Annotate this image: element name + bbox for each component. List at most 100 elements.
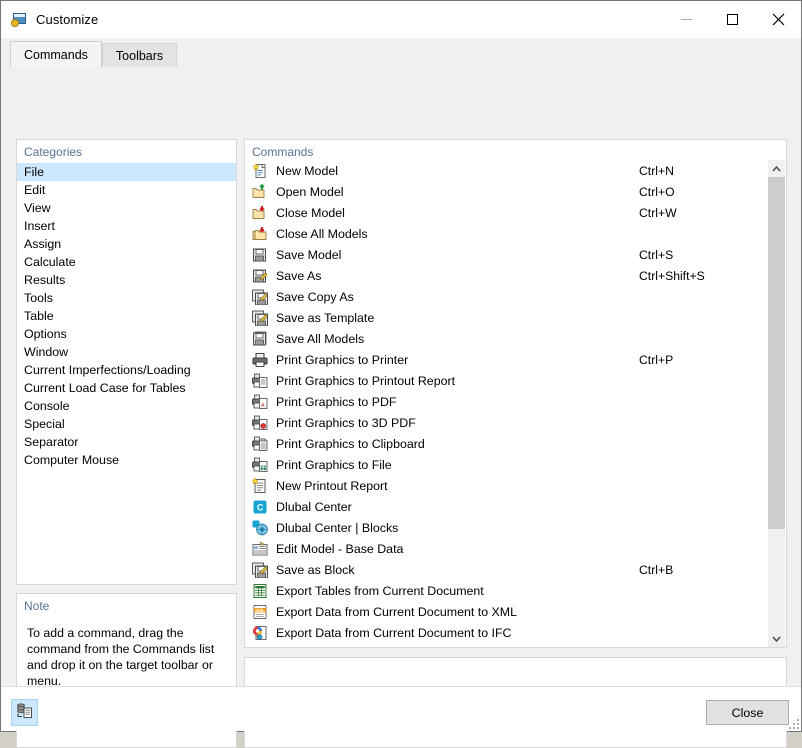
note-label: Note xyxy=(24,599,50,613)
category-item[interactable]: Results xyxy=(17,271,236,289)
category-item[interactable]: Tools xyxy=(17,289,236,307)
command-item[interactable]: Print Graphics to Printout Report xyxy=(246,370,787,391)
category-item[interactable]: Insert xyxy=(17,217,236,235)
category-item[interactable]: Current Imperfections/Loading xyxy=(17,361,236,379)
tab-toolbars-label: Toolbars xyxy=(115,48,164,63)
category-item[interactable]: Window xyxy=(17,343,236,361)
scrollbar-track[interactable] xyxy=(768,177,785,630)
command-label: Close All Models xyxy=(276,226,368,241)
category-item[interactable]: Calculate xyxy=(17,253,236,271)
scroll-up-button[interactable] xyxy=(768,160,785,177)
command-item[interactable]: Open Model Ctrl+O xyxy=(246,181,787,202)
maximize-button[interactable] xyxy=(709,1,755,38)
category-item[interactable]: Edit xyxy=(17,181,236,199)
category-item[interactable]: File xyxy=(17,163,236,181)
command-item[interactable]: Print Graphics to 3D PDF xyxy=(246,412,787,433)
command-label: Save Copy As xyxy=(276,289,354,304)
command-item[interactable]: Save Copy As xyxy=(246,286,787,307)
command-item[interactable]: Print Graphics to Printer Ctrl+P xyxy=(246,349,787,370)
close-all-models-icon xyxy=(252,226,268,242)
category-item[interactable]: Assign xyxy=(17,235,236,253)
title-bar: Customize xyxy=(1,1,801,38)
command-label: Dlubal Center | Blocks xyxy=(276,520,399,535)
command-label: Print Graphics to Printout Report xyxy=(276,373,456,388)
command-label: Export Data from Current Document to IFC xyxy=(276,625,512,640)
category-item[interactable]: Separator xyxy=(17,433,236,451)
new-printout-report-icon xyxy=(251,476,268,494)
save-all-models-icon xyxy=(252,331,268,347)
commands-list[interactable]: New Model Ctrl+N Open Model Ctrl+O Close Mod… xyxy=(246,160,787,643)
command-label: Edit Model - Base Data xyxy=(276,541,404,556)
command-label: Save As xyxy=(276,268,322,283)
command-label: Save All Models xyxy=(276,331,365,346)
print-to-3d-pdf-icon xyxy=(252,415,268,431)
command-stack-icon xyxy=(16,702,33,723)
open-model-folder-icon xyxy=(252,183,268,200)
command-item[interactable]: Save as Block Ctrl+B xyxy=(246,559,787,580)
command-item[interactable]: Close All Models xyxy=(246,223,787,244)
new-model-icon xyxy=(252,162,268,179)
window-title: Customize xyxy=(36,12,99,27)
category-item[interactable]: Options xyxy=(17,325,236,343)
command-item[interactable]: New Printout Report xyxy=(246,475,787,496)
save-as-block-icon xyxy=(252,562,268,578)
print-to-clipboard-icon xyxy=(252,436,268,452)
command-stack-button[interactable] xyxy=(11,699,38,726)
command-label: Print Graphics to File xyxy=(276,457,392,472)
command-item[interactable]: Save All Models xyxy=(246,328,787,349)
description-text xyxy=(245,658,786,670)
save-copy-as-icon xyxy=(252,289,268,305)
command-item[interactable]: Print Graphics to Clipboard xyxy=(246,433,787,454)
customize-window-icon xyxy=(11,12,27,28)
categories-label: Categories xyxy=(24,145,83,159)
resize-grip[interactable] xyxy=(787,717,799,729)
command-item[interactable]: Export Tables from Current Document xyxy=(246,580,787,601)
command-item[interactable]: C Dlubal Center xyxy=(246,496,787,517)
category-item[interactable]: Special xyxy=(17,415,236,433)
category-item[interactable]: Table xyxy=(17,307,236,325)
command-label: Open Model xyxy=(276,184,344,199)
scrollbar-thumb[interactable] xyxy=(768,177,785,529)
command-item[interactable]: Save As Ctrl+Shift+S xyxy=(246,265,787,286)
category-item[interactable]: View xyxy=(17,199,236,217)
command-item[interactable]: New Model Ctrl+N xyxy=(246,160,787,181)
categories-panel: Categories File Edit View Insert Assign Calcu… xyxy=(16,139,237,585)
commands-scrollbar[interactable] xyxy=(768,160,785,647)
close-button[interactable]: Close xyxy=(706,700,789,725)
minimize-button[interactable] xyxy=(663,1,709,38)
dlubal-center-icon: C xyxy=(252,499,268,515)
tab-commands[interactable]: Commands xyxy=(10,41,102,67)
category-item[interactable]: Console xyxy=(17,397,236,415)
tab-toolbars[interactable]: Toolbars xyxy=(101,43,178,67)
command-shortcut: Ctrl+P xyxy=(639,352,674,367)
command-item[interactable]: XML Export Data from Current Document to … xyxy=(246,601,787,622)
categories-list[interactable]: File Edit View Insert Assign Calculate Results… xyxy=(17,163,236,469)
command-label: Print Graphics to Clipboard xyxy=(276,436,425,451)
print-to-pdf-icon: A xyxy=(252,394,268,410)
command-label: New Printout Report xyxy=(276,478,388,493)
command-label: Save as Template xyxy=(276,310,375,325)
scroll-down-button[interactable] xyxy=(768,630,785,647)
export-ifc-icon xyxy=(252,625,268,641)
command-item[interactable]: Print Graphics to File xyxy=(246,454,787,475)
command-item[interactable]: A Print Graphics to PDF xyxy=(246,391,787,412)
command-label: Print Graphics to PDF xyxy=(276,394,397,409)
command-item[interactable]: Edit Model - Base Data xyxy=(246,538,787,559)
command-item[interactable]: Dlubal Center | Blocks xyxy=(246,517,787,538)
command-item[interactable]: Save as Template xyxy=(246,307,787,328)
command-shortcut: Ctrl+B xyxy=(639,562,674,577)
close-window-button[interactable] xyxy=(755,1,801,38)
command-item[interactable]: Export Data from Current Document to IFC xyxy=(246,622,787,643)
command-item[interactable]: Save Model Ctrl+S xyxy=(246,244,787,265)
chevron-up-icon xyxy=(772,165,781,172)
command-label: Print Graphics to 3D PDF xyxy=(276,415,416,430)
commands-panel: Commands New Model Ctrl+N Open Model Ctrl+O… xyxy=(244,139,787,648)
command-label: Export Data from Current Document to XML xyxy=(276,604,518,619)
category-item[interactable]: Current Load Case for Tables xyxy=(17,379,236,397)
save-model-floppy-icon xyxy=(252,247,268,263)
category-item[interactable]: Computer Mouse xyxy=(17,451,236,469)
command-label: New Model xyxy=(276,163,338,178)
customize-dialog: Customize Commands Toolbars Categories F… xyxy=(0,0,802,748)
print-to-file-icon xyxy=(252,457,268,473)
command-item[interactable]: Close Model Ctrl+W xyxy=(246,202,787,223)
